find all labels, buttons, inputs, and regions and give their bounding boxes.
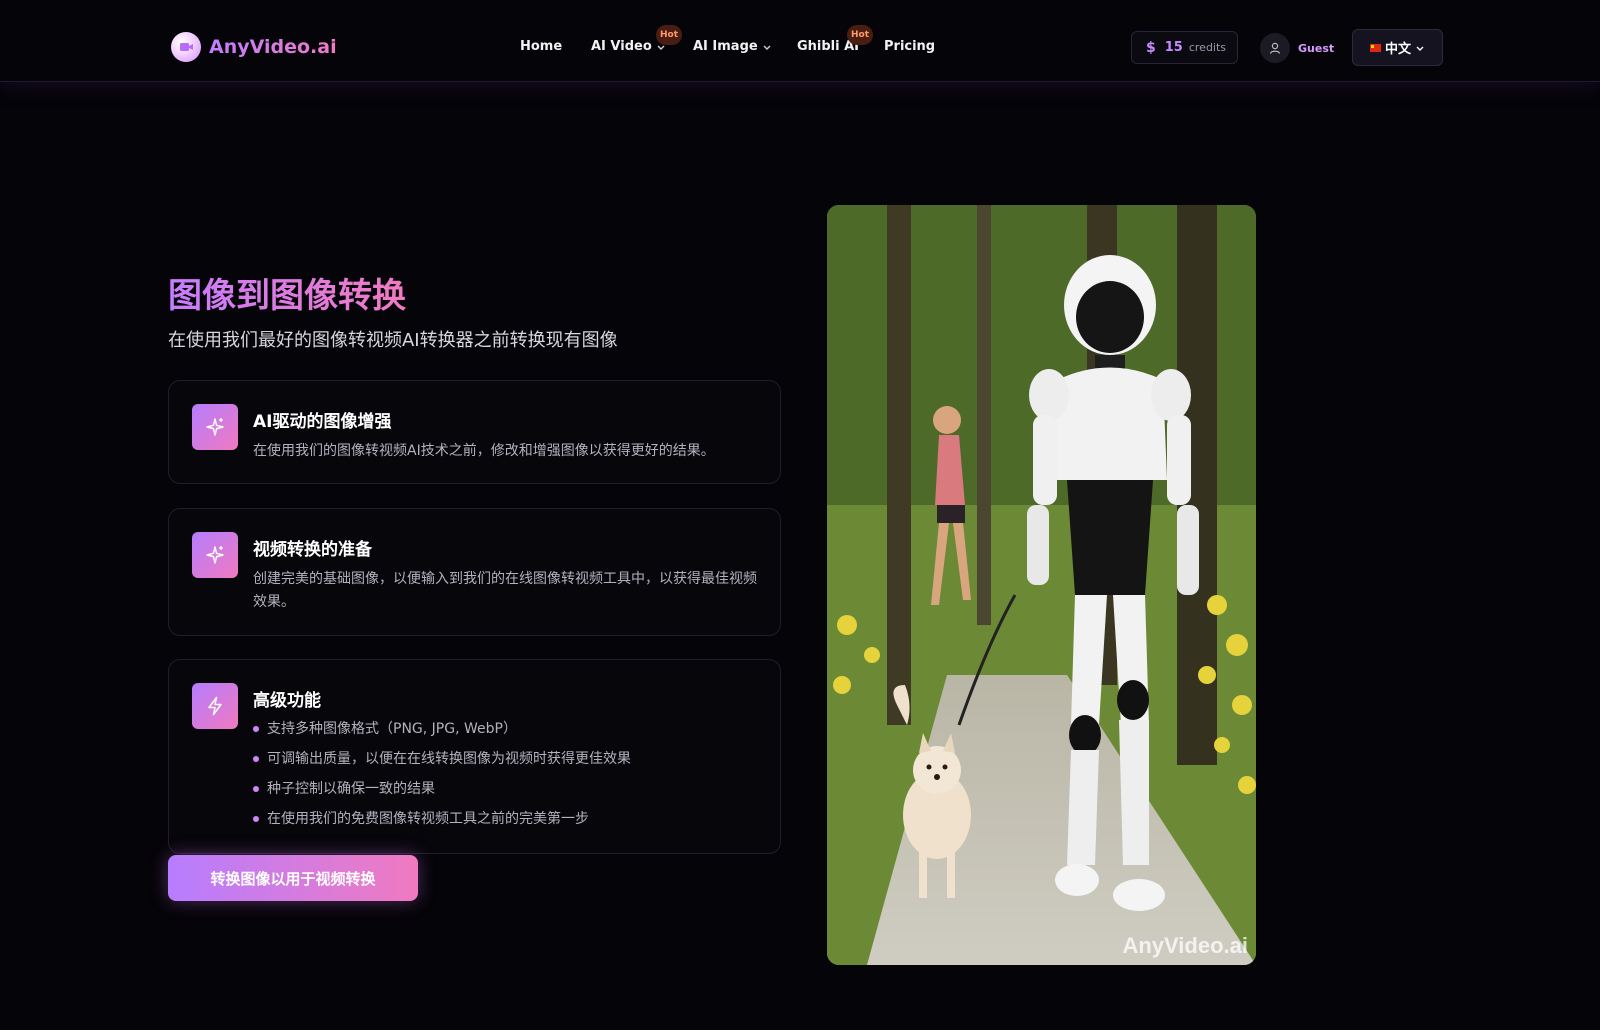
convert-image-button[interactable]: 转换图像以用于视频转换: [168, 855, 418, 901]
chevron-down-icon: [1416, 46, 1424, 51]
dollar-icon: $: [1146, 39, 1156, 56]
logo[interactable]: AnyVideo.ai: [171, 32, 337, 62]
feature-card-enhancement: AI驱动的图像增强 在使用我们的图像转视频AI技术之前，修改和增强图像以获得更好…: [168, 380, 781, 484]
credits-label: credits: [1188, 41, 1227, 54]
credits-amount: 15: [1164, 40, 1183, 55]
hero-image: AnyVideo.ai: [827, 205, 1256, 965]
lightning-icon: [192, 683, 238, 729]
feature-description: 创建完美的基础图像，以便输入到我们的在线图像转视频工具中，以获得最佳视频效果。: [253, 571, 757, 610]
image-watermark: AnyVideo.ai: [1122, 933, 1248, 958]
page-title: 图像到图像转换: [168, 268, 406, 317]
nav-home[interactable]: Home: [520, 39, 562, 54]
credits-display[interactable]: $ 15 credits: [1131, 31, 1238, 64]
feature-bullet-list: 支持多种图像格式（PNG, JPG, WebP） 可调输出质量，以便在在线转换图…: [253, 719, 631, 839]
hot-badge-ghibli-ai: Hot: [847, 25, 873, 45]
user-name: Guest: [1298, 41, 1335, 55]
nav-pricing[interactable]: Pricing: [884, 39, 935, 54]
user-avatar: [1260, 33, 1290, 63]
chevron-down-icon: [763, 45, 771, 50]
feature-title: 视频转换的准备: [253, 540, 372, 560]
nav-home-label: Home: [520, 39, 563, 54]
page-subtitle: 在使用我们最好的图像转视频AI转换器之前转换现有图像: [168, 330, 618, 351]
language-selector[interactable]: 中文: [1352, 29, 1443, 66]
feature-title: 高级功能: [253, 691, 321, 711]
sparkles-icon: [192, 404, 238, 450]
feature-card-preparation: 视频转换的准备 创建完美的基础图像，以便输入到我们的在线图像转视频工具中，以获得…: [168, 508, 781, 636]
nav-ai-video[interactable]: AI Video: [591, 39, 666, 54]
feature-description: 在使用我们的图像转视频AI技术之前，修改和增强图像以获得更好的结果。: [253, 443, 715, 459]
hot-badge-ai-video: Hot: [656, 25, 682, 45]
feature-title: AI驱动的图像增强: [253, 412, 392, 432]
china-flag-icon: [1369, 43, 1381, 52]
language-label: 中文: [1384, 42, 1411, 57]
sparkles-icon: [192, 532, 238, 578]
user-icon: [1269, 42, 1281, 54]
nav-ai-video-label: AI Video: [591, 39, 652, 54]
robot-walking-dog-illustration: [827, 205, 1256, 965]
logo-text: AnyVideo.ai: [209, 36, 337, 58]
list-item: 可调输出质量，以便在在线转换图像为视频时获得更佳效果: [253, 749, 631, 779]
nav-ai-image-label: AI Image: [693, 39, 758, 54]
list-item: 支持多种图像格式（PNG, JPG, WebP）: [253, 719, 631, 749]
user-menu[interactable]: Guest: [1260, 33, 1334, 63]
logo-mark-icon: [171, 32, 201, 62]
feature-card-advanced: 高级功能 支持多种图像格式（PNG, JPG, WebP） 可调输出质量，以便在…: [168, 659, 781, 854]
nav-ai-image[interactable]: AI Image: [693, 39, 772, 54]
list-item: 种子控制以确保一致的结果: [253, 779, 631, 809]
list-item: 在使用我们的免费图像转视频工具之前的完美第一步: [253, 809, 631, 839]
nav-pricing-label: Pricing: [884, 39, 936, 54]
site-header: AnyVideo.ai Home AI Video Hot AI Image G…: [0, 0, 1600, 82]
